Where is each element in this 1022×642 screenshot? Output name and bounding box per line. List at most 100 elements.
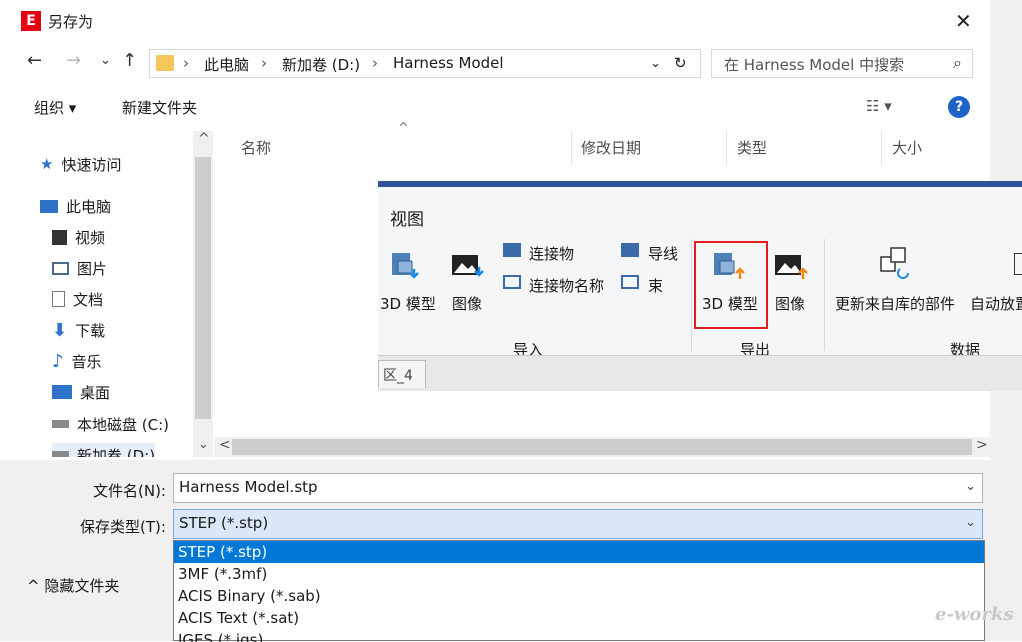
scroll-up-button[interactable]: ^ xyxy=(198,131,210,147)
sidebar-scrollbar[interactable]: ^ ⌄ xyxy=(193,131,213,457)
group-divider xyxy=(691,239,692,351)
scrollbar-thumb[interactable] xyxy=(195,157,211,419)
filetype-value: STEP (*.stp) xyxy=(179,514,269,532)
import-3d-model-label[interactable]: 3D 模型 xyxy=(380,293,436,314)
up-button[interactable]: ↑ xyxy=(122,50,137,71)
scrollbar-thumb[interactable] xyxy=(232,439,972,455)
sidebar-item-label: 快速访问 xyxy=(61,155,122,174)
scroll-down-button[interactable]: ⌄ xyxy=(198,437,209,452)
scroll-left-button[interactable]: < xyxy=(219,437,231,453)
wire-icon xyxy=(621,243,639,257)
column-divider[interactable] xyxy=(571,131,572,165)
import-image-label[interactable]: 图像 xyxy=(452,293,482,314)
address-bar[interactable]: › 此电脑 › 新加卷 (D:) › Harness Model ⌄ ↻ xyxy=(149,49,701,78)
filetype-option[interactable]: IGES (*.igs) xyxy=(174,629,984,642)
sidebar-item-this-pc[interactable]: 此电脑 xyxy=(40,194,111,218)
column-modified[interactable]: 修改日期 xyxy=(581,137,641,158)
app-logo-icon: E xyxy=(21,11,41,31)
pictures-icon xyxy=(52,261,69,275)
import-bundle-button[interactable]: 束 xyxy=(648,275,663,296)
view-options-button[interactable]: ☷ ▾ xyxy=(866,97,892,115)
filetype-select[interactable]: STEP (*.stp) ⌄ xyxy=(173,509,983,539)
filename-input[interactable]: Harness Model.stp ⌄ xyxy=(173,473,983,503)
command-bar: 组织 ▾ 新建文件夹 ☷ ▾ ? xyxy=(0,87,1000,127)
breadcrumb-this-pc[interactable]: 此电脑 xyxy=(204,54,249,75)
drive-icon xyxy=(52,451,69,457)
export-image-button[interactable]: 图像 xyxy=(775,293,805,314)
sidebar-item-drive-c[interactable]: 本地磁盘 (C:) xyxy=(52,412,169,436)
recent-locations-button[interactable]: ⌄ xyxy=(100,53,111,68)
sidebar-item-label: 桌面 xyxy=(80,383,111,402)
bundle-icon xyxy=(621,275,639,289)
sidebar-item-desktop[interactable]: 桌面 xyxy=(52,380,110,404)
ribbon-tab-view[interactable]: 视图 xyxy=(390,205,424,230)
new-folder-button[interactable]: 新建文件夹 xyxy=(122,97,197,118)
export-3d-model-button[interactable]: 3D 模型 xyxy=(702,293,758,314)
breadcrumb-sep: › xyxy=(261,54,267,72)
auto-place-button[interactable]: 自动放置 xyxy=(970,293,1022,314)
sidebar-item-label: 下载 xyxy=(75,321,106,340)
update-parts-icon xyxy=(880,247,909,279)
filetype-dropdown-list: STEP (*.stp) 3MF (*.3mf) ACIS Binary (*.… xyxy=(173,540,985,642)
connector-name-icon xyxy=(503,275,521,289)
ribbon-overlay: 视图 3D 模型 图像 连接物 连接物名称 导线 束 导入 3D 模型 图像 导… xyxy=(378,181,1022,391)
filetype-option[interactable]: STEP (*.stp) xyxy=(174,541,984,563)
sidebar-item-label: 此电脑 xyxy=(66,197,112,216)
close-button[interactable]: ✕ xyxy=(955,9,972,33)
forward-button[interactable]: → xyxy=(66,50,81,71)
hide-folders-button[interactable]: ^ 隐藏文件夹 xyxy=(27,575,119,596)
watermark-logo: e-works xyxy=(935,604,1014,625)
address-dropdown-button[interactable]: ⌄ xyxy=(650,56,661,71)
video-icon xyxy=(52,229,67,245)
update-parts-button[interactable]: 更新来自库的部件 xyxy=(835,293,955,314)
documents-icon xyxy=(52,291,65,307)
filename-label: 文件名(N): xyxy=(93,482,166,500)
sidebar-item-pictures[interactable]: 图片 xyxy=(52,256,107,280)
filetype-option[interactable]: ACIS Binary (*.sab) xyxy=(174,585,984,607)
help-icon[interactable]: ? xyxy=(948,96,970,118)
sort-indicator-icon: ^ xyxy=(398,121,409,136)
search-input[interactable]: 在 Harness Model 中搜索 ⌕ xyxy=(711,49,973,78)
document-tab-strip: 区_4 xyxy=(378,355,1022,391)
desktop-icon xyxy=(52,385,72,399)
column-type[interactable]: 类型 xyxy=(737,137,767,158)
sidebar-item-label: 文档 xyxy=(73,290,104,309)
refresh-button[interactable]: ↻ xyxy=(674,54,687,72)
navigation-bar: ← → ⌄ ↑ › 此电脑 › 新加卷 (D:) › Harness Model… xyxy=(0,46,1000,80)
sidebar-item-downloads[interactable]: ⬇ 下载 xyxy=(52,318,105,342)
filetype-label: 保存类型(T): xyxy=(80,518,166,536)
back-button[interactable]: ← xyxy=(27,50,42,71)
column-divider[interactable] xyxy=(726,131,727,165)
file-list-hscrollbar[interactable]: < > xyxy=(214,437,990,457)
column-divider[interactable] xyxy=(881,131,882,165)
import-connector-button[interactable]: 连接物 xyxy=(529,243,574,264)
star-icon: ★ xyxy=(40,155,54,173)
chevron-down-icon[interactable]: ⌄ xyxy=(965,515,976,530)
window-title: 另存为 xyxy=(48,13,94,31)
sidebar-item-label: 视频 xyxy=(75,228,106,247)
sidebar-item-drive-d[interactable]: 新加卷 (D:) xyxy=(52,443,156,457)
sidebar-item-videos[interactable]: 视频 xyxy=(52,225,105,249)
document-tab[interactable]: 区_4 xyxy=(378,360,426,388)
title-bar: E 另存为 ✕ xyxy=(0,0,1000,42)
filetype-option[interactable]: 3MF (*.3mf) xyxy=(174,563,984,585)
breadcrumb-drive-d[interactable]: 新加卷 (D:) xyxy=(282,54,360,75)
organize-menu[interactable]: 组织 ▾ xyxy=(34,97,76,118)
breadcrumb-harness-model[interactable]: Harness Model xyxy=(393,54,504,72)
connector-icon xyxy=(503,243,521,257)
scroll-right-button[interactable]: > xyxy=(976,437,988,453)
folder-icon xyxy=(156,55,174,71)
sidebar-item-label: 新加卷 (D:) xyxy=(77,447,156,457)
column-size[interactable]: 大小 xyxy=(892,137,922,158)
filetype-option[interactable]: ACIS Text (*.sat) xyxy=(174,607,984,629)
import-wire-button[interactable]: 导线 xyxy=(648,243,678,264)
sidebar-item-music[interactable]: ♪ 音乐 xyxy=(52,349,102,373)
sidebar-item-quick-access[interactable]: ★ 快速访问 xyxy=(40,152,121,176)
column-name[interactable]: 名称 xyxy=(241,137,271,158)
sidebar-item-documents[interactable]: 文档 xyxy=(52,287,103,311)
computer-icon xyxy=(40,199,58,213)
drive-icon xyxy=(52,420,69,428)
chevron-down-icon[interactable]: ⌄ xyxy=(965,479,976,494)
navigation-pane: ★ 快速访问 此电脑 视频 图片 文档 ⬇ 下载 ♪ 音乐 桌面 本地磁盘 (C… xyxy=(0,131,214,457)
import-connector-name-button[interactable]: 连接物名称 xyxy=(529,275,604,296)
